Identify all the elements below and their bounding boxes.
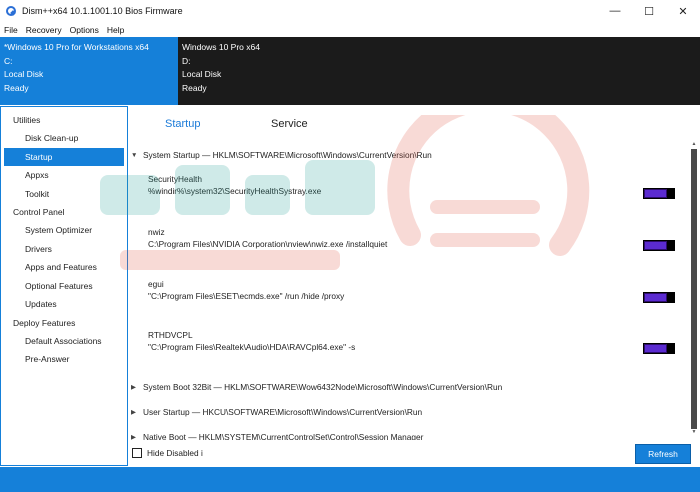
image-panel-secondary[interactable]: Windows 10 Pro x64 D: Local Disk Ready xyxy=(178,37,700,105)
sidebar-heading-control-panel: Control Panel xyxy=(13,207,65,217)
sidebar-item-startup[interactable]: Startup xyxy=(4,147,124,166)
entry-name: SecurityHealth xyxy=(148,174,202,184)
entry-toggle[interactable] xyxy=(643,292,675,303)
image-drive: C: xyxy=(4,55,13,66)
sidebar-item-toolkit[interactable]: Toolkit xyxy=(4,185,124,204)
entry-toggle[interactable] xyxy=(643,343,675,354)
scroll-thumb[interactable] xyxy=(691,149,697,429)
scroll-up-icon[interactable]: ▲ xyxy=(690,140,698,148)
bottom-bar: Hide Disabled i Refresh xyxy=(129,440,700,466)
section-label: System Boot 32Bit — HKLM\SOFTWARE\Wow643… xyxy=(143,382,503,392)
menu-file[interactable]: File xyxy=(4,25,18,35)
sidebar-heading-utilities: Utilities xyxy=(13,115,41,125)
image-type: Local Disk xyxy=(4,69,44,80)
entry-name: RTHDVCPL xyxy=(148,330,193,340)
image-type: Local Disk xyxy=(182,69,222,80)
entry-name: nwiz xyxy=(148,227,165,237)
collapsed-arrow-icon: ▶ xyxy=(131,409,136,416)
sidebar-item-disk-cleanup[interactable]: Disk Clean-up xyxy=(4,129,124,148)
sidebar-item-apps-features[interactable]: Apps and Features xyxy=(4,258,124,277)
tab-startup[interactable]: Startup xyxy=(165,118,200,130)
collapsed-arrow-icon: ▶ xyxy=(131,384,136,391)
image-status: Ready xyxy=(4,83,29,94)
image-name: *Windows 10 Pro for Workstations x64 xyxy=(4,42,149,52)
window-controls: — ☐ ✕ xyxy=(598,0,700,22)
tab-bar: Startup Service xyxy=(129,118,689,136)
section-system-boot-32bit[interactable]: ▶ System Boot 32Bit — HKLM\SOFTWARE\Wow6… xyxy=(131,382,502,392)
entry-name: egui xyxy=(148,279,164,289)
section-label: User Startup — HKCU\SOFTWARE\Microsoft\W… xyxy=(143,407,423,417)
image-panel-selected[interactable]: *Windows 10 Pro for Workstations x64 C: … xyxy=(0,37,178,105)
image-panels: *Windows 10 Pro for Workstations x64 C: … xyxy=(0,37,700,105)
sidebar-item-pre-answer[interactable]: Pre-Answer xyxy=(4,350,124,369)
sidebar-heading-deploy: Deploy Features xyxy=(13,317,76,328)
image-status: Ready xyxy=(182,83,207,94)
close-button[interactable]: ✕ xyxy=(666,0,700,22)
window-title: Dism++x64 10.1.1001.10 Bios Firmware xyxy=(22,6,183,16)
menu-bar: File Recovery Options Help xyxy=(0,22,700,37)
app-gear-icon xyxy=(5,5,17,17)
entry-toggle[interactable] xyxy=(643,240,675,251)
sidebar-item-optional-features[interactable]: Optional Features xyxy=(4,277,124,296)
entry-path: "C:\Program Files\Realtek\Audio\HDA\RAVC… xyxy=(148,342,356,352)
entry-path: %windir%\system32\SecurityHealthSystray.… xyxy=(148,186,322,196)
sidebar-item-drivers[interactable]: Drivers xyxy=(4,240,124,259)
section-label: System Startup — HKLM\SOFTWARE\Microsoft… xyxy=(143,150,432,160)
menu-options[interactable]: Options xyxy=(70,25,99,35)
tab-service[interactable]: Service xyxy=(271,118,308,130)
startup-entry: RTHDVCPL "C:\Program Files\Realtek\Audio… xyxy=(148,329,678,354)
minimize-button[interactable]: — xyxy=(598,0,632,22)
maximize-button[interactable]: ☐ xyxy=(632,0,666,22)
sidebar-item-appxs[interactable]: Appxs xyxy=(4,166,124,185)
image-drive: D: xyxy=(182,55,191,66)
sidebar: Utilities Disk Clean-up Startup Appxs To… xyxy=(0,106,128,466)
entry-path: C:\Program Files\NVIDIA Corporation\nvie… xyxy=(148,239,388,249)
title-bar: Dism++x64 10.1.1001.10 Bios Firmware — ☐… xyxy=(0,0,700,22)
hide-disabled-label: Hide Disabled i xyxy=(147,448,203,458)
sidebar-item-updates[interactable]: Updates xyxy=(4,295,124,314)
startup-entry: nwiz C:\Program Files\NVIDIA Corporation… xyxy=(148,226,678,251)
menu-help[interactable]: Help xyxy=(107,25,124,35)
section-system-startup[interactable]: ▼ System Startup — HKLM\SOFTWARE\Microso… xyxy=(131,150,432,160)
startup-entry: egui "C:\Program Files\ESET\ecmds.exe" /… xyxy=(148,278,678,303)
entry-path: "C:\Program Files\ESET\ecmds.exe" /run /… xyxy=(148,291,345,301)
status-bar xyxy=(0,467,700,492)
section-user-startup[interactable]: ▶ User Startup — HKCU\SOFTWARE\Microsoft… xyxy=(131,407,422,417)
refresh-button[interactable]: Refresh xyxy=(635,444,691,464)
sidebar-item-system-optimizer[interactable]: System Optimizer xyxy=(4,221,124,240)
sidebar-item-default-associations[interactable]: Default Associations xyxy=(4,332,124,351)
main-content: Startup Service ▼ System Startup — HKLM\… xyxy=(129,106,700,466)
scroll-down-icon[interactable]: ▼ xyxy=(690,428,698,436)
entry-toggle[interactable] xyxy=(643,188,675,199)
vertical-scrollbar[interactable]: ▲ ▼ xyxy=(690,140,698,436)
hide-disabled-checkbox[interactable] xyxy=(132,448,142,458)
image-name: Windows 10 Pro x64 xyxy=(182,42,260,52)
startup-entry: SecurityHealth %windir%\system32\Securit… xyxy=(148,173,678,198)
menu-recovery[interactable]: Recovery xyxy=(26,25,62,35)
expanded-arrow-icon: ▼ xyxy=(131,151,138,159)
